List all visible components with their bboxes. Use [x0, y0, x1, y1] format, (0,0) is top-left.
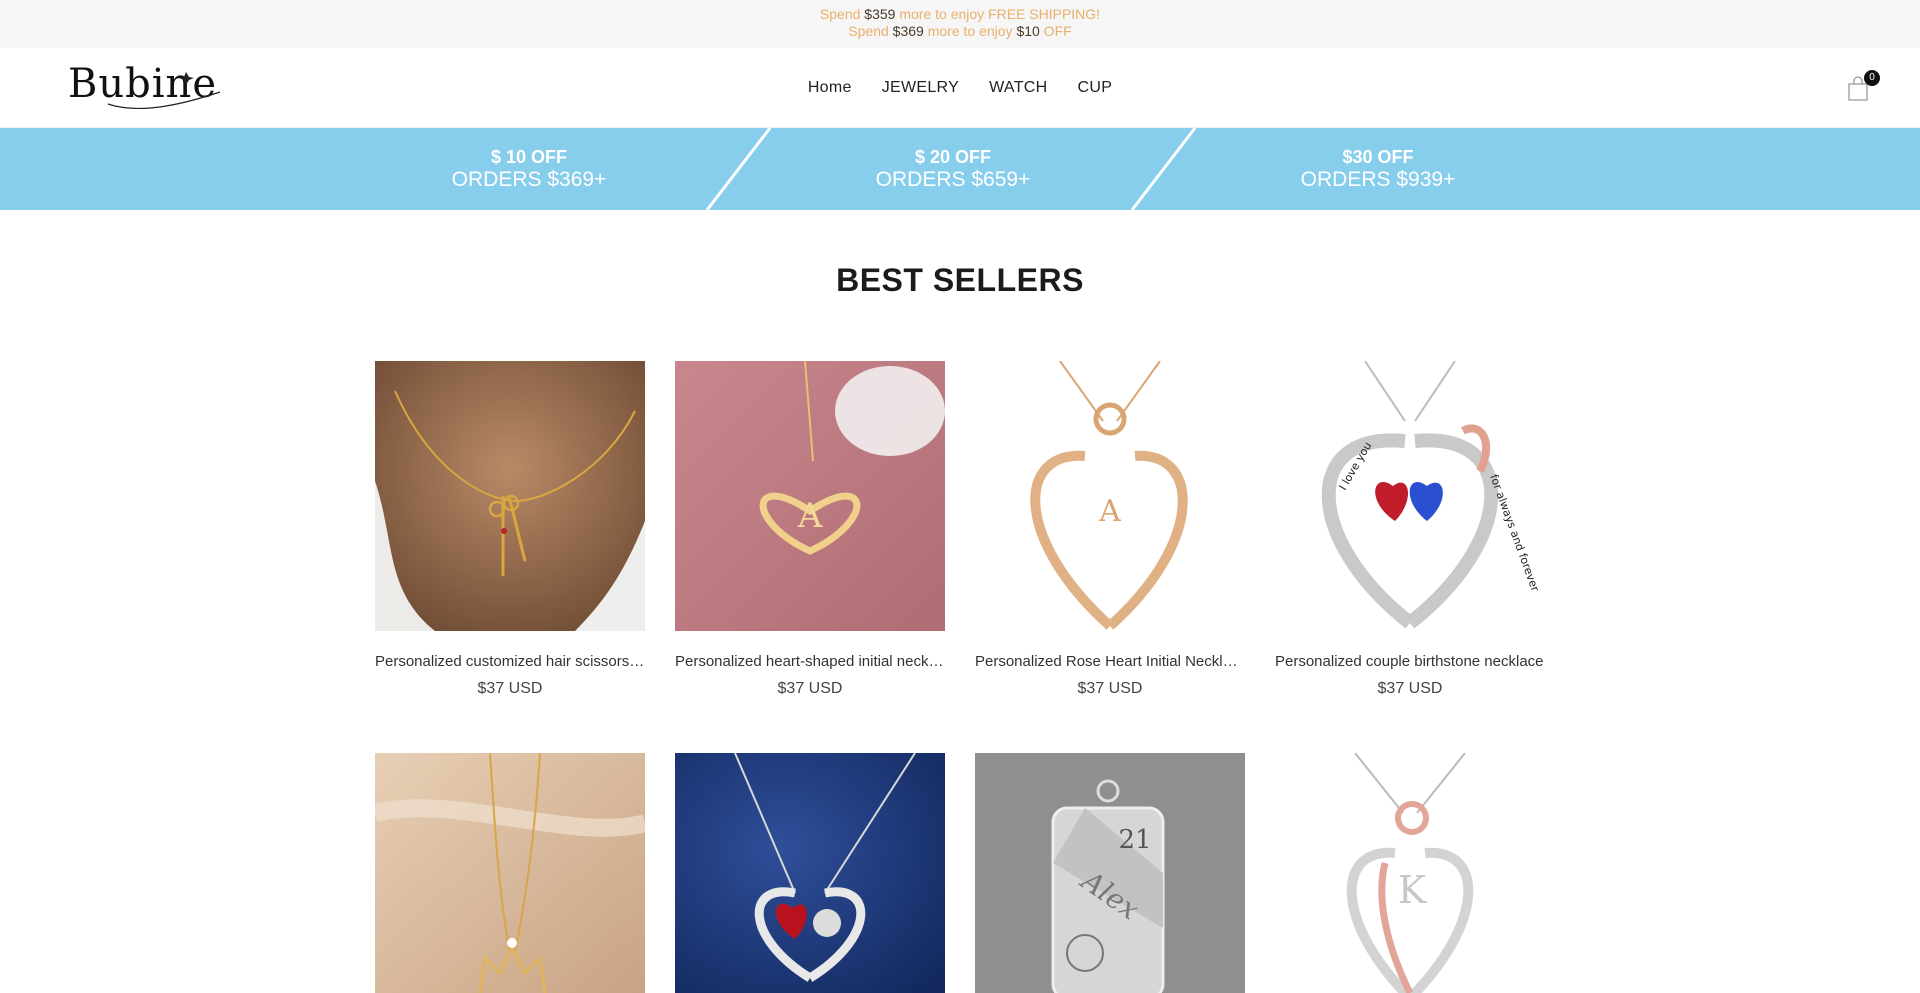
nav-home[interactable]: Home [808, 79, 852, 97]
site-logo[interactable]: Bubine [68, 62, 228, 112]
tag-number: 21 [1118, 825, 1151, 855]
announcement-bar: Spend $359 more to enjoy FREE SHIPPING! … [0, 0, 1920, 48]
product-card[interactable]: A Personalized Rose Heart Initial Neckla… [975, 361, 1245, 698]
promo-threshold: ORDERS $369+ [451, 168, 607, 191]
promo-tier-2[interactable]: $ 20 OFF ORDERS $659+ [803, 146, 1103, 192]
product-card[interactable]: I love you for always and forever Person… [1275, 361, 1545, 698]
product-card[interactable] [375, 753, 645, 993]
product-image-rose-initial-k-necklace[interactable]: K [1275, 753, 1545, 993]
product-card[interactable]: A Personalized heart-shaped initial neck… [675, 361, 945, 698]
product-card[interactable] [675, 753, 945, 993]
couple-heart-necklace-image [675, 753, 945, 993]
cart-button[interactable]: 0 [1846, 70, 1880, 104]
product-title[interactable]: Personalized heart-shaped initial neckla… [675, 653, 945, 670]
announce-amount: $369 [892, 23, 924, 39]
product-title[interactable]: Personalized couple birthstone necklace [1275, 653, 1545, 670]
product-image-couple-heart-necklace[interactable] [675, 753, 945, 993]
product-card[interactable]: 21 Alex [975, 753, 1245, 993]
product-image-scissors-necklace[interactable] [375, 361, 645, 631]
product-card[interactable]: K [1275, 753, 1545, 993]
nav-cup[interactable]: CUP [1077, 79, 1112, 97]
crown-necklace-image [375, 753, 645, 993]
announce-text: Spend [819, 6, 865, 22]
product-image-rose-heart-necklace[interactable]: A [975, 361, 1245, 631]
promo-banner: $ 10 OFF ORDERS $369+ $ 20 OFF ORDERS $6… [0, 128, 1920, 210]
product-price: $37 USD [1077, 680, 1143, 697]
pendant-initial: K [1398, 868, 1427, 912]
product-card[interactable]: Personalized customized hair scissors ne… [375, 361, 645, 698]
site-header: Home JEWELRY WATCH CUP Bubine 0 [0, 48, 1920, 128]
announce-text: OFF [1039, 23, 1072, 39]
promo-tier-3[interactable]: $30 OFF ORDERS $939+ [1228, 146, 1528, 192]
discount-message: Spend $369 more to enjoy $10 OFF [0, 23, 1920, 40]
promo-discount: $ 10 OFF [490, 147, 568, 167]
best-sellers-title: BEST SELLERS [836, 262, 1084, 298]
product-price: $37 USD [477, 680, 543, 697]
pendant-initial: A [797, 496, 823, 536]
rose-heart-necklace-image: A [975, 361, 1245, 631]
product-price: $37 USD [1377, 680, 1443, 697]
scissors-necklace-image [375, 361, 645, 631]
product-image-dog-tag-necklace[interactable]: 21 Alex [975, 753, 1245, 993]
rose-initial-k-necklace-image: K [1275, 753, 1545, 993]
announce-amount: $359 [864, 6, 896, 22]
product-image-crown-necklace[interactable] [375, 753, 645, 993]
nav-watch[interactable]: WATCH [989, 79, 1047, 97]
cart-count-badge: 0 [1864, 70, 1880, 86]
logo-swash [107, 72, 221, 110]
birthstone-necklace-image: I love you for always and forever [1275, 361, 1545, 631]
product-title[interactable]: Personalized customized hair scissors ne… [375, 653, 645, 670]
product-image-birthstone-necklace[interactable]: I love you for always and forever [1275, 361, 1545, 631]
promo-threshold: ORDERS $659+ [875, 168, 1031, 191]
free-shipping-message: Spend $359 more to enjoy FREE SHIPPING! [0, 6, 1920, 23]
heart-initial-necklace-image: A [675, 361, 945, 631]
main-nav: Home JEWELRY WATCH CUP [0, 48, 1920, 128]
promo-discount: $ 20 OFF [914, 147, 992, 167]
promo-discount: $30 OFF [1342, 147, 1414, 167]
dog-tag-necklace-image: 21 Alex [975, 753, 1245, 993]
announce-text: more to enjoy FREE SHIPPING! [895, 6, 1101, 22]
pendant-initial: A [1098, 494, 1121, 529]
promo-threshold: ORDERS $939+ [1300, 168, 1456, 191]
announce-amount: $10 [1016, 23, 1040, 39]
nav-jewelry[interactable]: JEWELRY [882, 79, 959, 97]
product-price: $37 USD [777, 680, 843, 697]
product-image-heart-initial-necklace[interactable]: A [675, 361, 945, 631]
announce-text: Spend [848, 23, 893, 39]
product-title[interactable]: Personalized Rose Heart Initial Necklace [975, 653, 1245, 670]
promo-tier-1[interactable]: $ 10 OFF ORDERS $369+ [379, 146, 679, 192]
announce-text: more to enjoy [923, 23, 1017, 39]
